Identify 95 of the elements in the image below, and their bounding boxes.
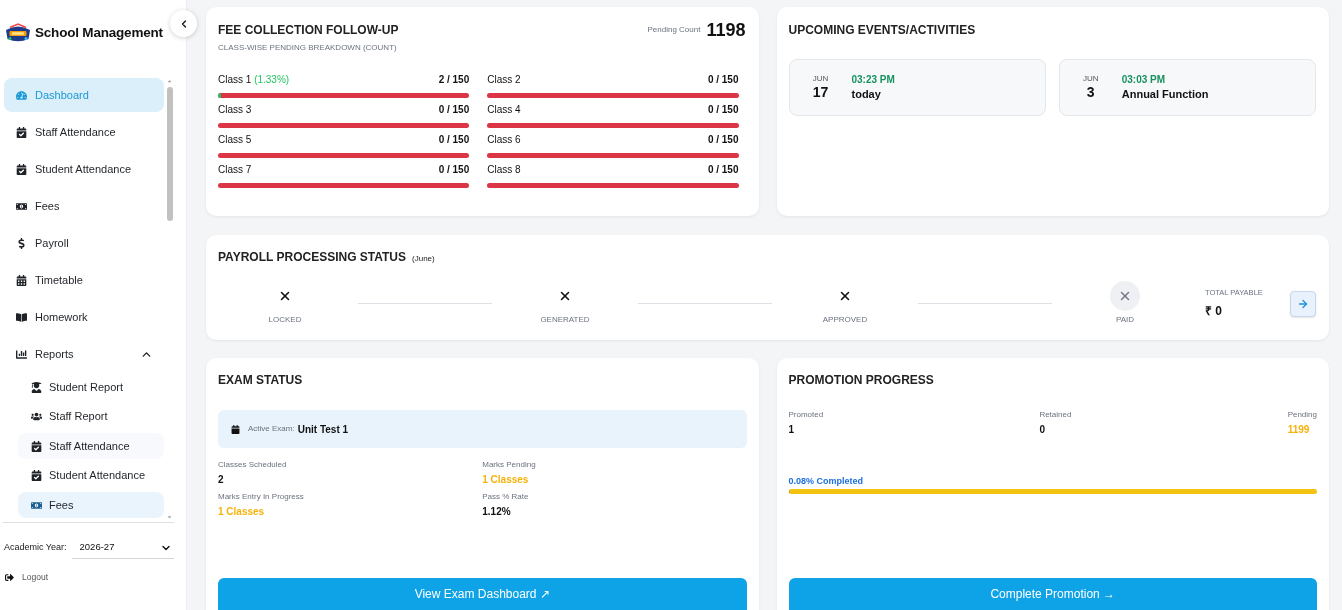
class-count: 0 / 150 bbox=[707, 164, 739, 176]
stat-value: 2 bbox=[218, 474, 224, 486]
academic-year-label: Academic Year: bbox=[4, 541, 67, 555]
event-month: JUN bbox=[1082, 74, 1099, 84]
class-label: Class 5 bbox=[218, 134, 252, 146]
scrollbar-thumb[interactable] bbox=[166, 87, 173, 221]
active-exam-label: Active Exam: bbox=[248, 423, 295, 435]
event-card[interactable]: JUN 17 03:23 PM today bbox=[788, 59, 1046, 116]
logout-icon bbox=[5, 572, 14, 582]
total-payable-value: ₹ 0 bbox=[1205, 304, 1223, 318]
class-label: Class 6 bbox=[487, 134, 521, 146]
scroll-up-icon[interactable] bbox=[166, 78, 173, 84]
calendar-check-icon bbox=[16, 163, 27, 175]
step-label: LOCKED bbox=[268, 315, 302, 325]
logo-icon bbox=[5, 23, 31, 43]
calendar-check-icon bbox=[31, 440, 42, 452]
stat-label: Marks Entry In Progress bbox=[218, 492, 305, 502]
calendar-icon bbox=[16, 274, 27, 286]
class-label: Class 7 bbox=[218, 164, 252, 176]
stat-label: Pending bbox=[1287, 410, 1317, 420]
pending-count-value: 1198 bbox=[706, 19, 746, 41]
event-title: Annual Function bbox=[1121, 88, 1209, 101]
event-card[interactable]: JUN 3 03:03 PM Annual Function bbox=[1058, 59, 1316, 116]
nav-subitem[interactable]: Fees bbox=[18, 492, 164, 518]
nav-subitem[interactable]: Staff Attendance bbox=[18, 433, 164, 459]
stat-value: 1.12% bbox=[482, 506, 511, 518]
event-day: 17 bbox=[812, 84, 829, 101]
app-title: School Management bbox=[35, 23, 163, 42]
calendar-check-icon bbox=[16, 126, 27, 138]
stat-label: Classes Scheduled bbox=[218, 460, 288, 470]
step-label: APPROVED bbox=[822, 315, 868, 325]
nav-item[interactable]: Payroll bbox=[4, 226, 164, 260]
event-month: JUN bbox=[812, 74, 829, 84]
event-time: 03:23 PM bbox=[851, 74, 895, 86]
stat-value: 0 bbox=[1039, 424, 1045, 436]
calendar-check-icon bbox=[31, 470, 42, 481]
stat-label: Retained bbox=[1039, 410, 1072, 420]
stat-label: Promoted bbox=[788, 410, 824, 420]
banknote-icon bbox=[31, 499, 42, 511]
step-label: GENERATED bbox=[540, 315, 590, 325]
nav-item[interactable]: Staff Attendance bbox=[4, 115, 164, 149]
book-icon bbox=[16, 311, 27, 323]
class-count: 0 / 150 bbox=[438, 104, 470, 116]
nav-item[interactable]: Reports bbox=[4, 337, 164, 371]
card-subtitle: CLASS-WISE PENDING BREAKDOWN (COUNT) bbox=[218, 43, 398, 53]
class-label: Class 3 bbox=[218, 104, 252, 116]
nav-subitem[interactable]: Student Attendance bbox=[18, 462, 164, 489]
collapse-sidebar-button[interactable] bbox=[170, 10, 197, 37]
nav-item[interactable]: Fees bbox=[4, 189, 164, 223]
nav-item[interactable]: Student Attendance bbox=[4, 152, 164, 186]
event-time: 03:03 PM bbox=[1121, 74, 1167, 86]
card-title: PAYROLL PROCESSING STATUS bbox=[218, 250, 407, 264]
progress-text: 0.08% Completed bbox=[788, 476, 864, 487]
stat-value: 1 Classes bbox=[218, 506, 265, 518]
active-exam-name: Unit Test 1 bbox=[297, 422, 349, 437]
class-count: 0 / 150 bbox=[707, 74, 739, 86]
bar-chart-icon bbox=[16, 348, 27, 360]
class-count: 0 / 150 bbox=[707, 104, 739, 116]
stat-value: 1 bbox=[788, 424, 795, 436]
card-title: PROMOTION PROGRESS bbox=[788, 373, 935, 387]
graduate-icon bbox=[31, 381, 42, 393]
nav-subitem[interactable]: Staff Report bbox=[18, 403, 164, 430]
card-title: UPCOMING EVENTS/ACTIVITIES bbox=[788, 23, 977, 37]
payroll-month: (June) bbox=[412, 253, 435, 265]
class-count: 0 / 150 bbox=[707, 134, 739, 146]
stat-value: 1199 bbox=[1287, 424, 1310, 436]
class-label: Class 4 bbox=[487, 104, 521, 116]
class-count: 0 / 150 bbox=[438, 134, 470, 146]
event-day: 3 bbox=[1086, 84, 1095, 101]
step-label: PAID bbox=[1115, 315, 1135, 325]
next-button[interactable] bbox=[1290, 291, 1316, 317]
class-label: Class 8 bbox=[487, 164, 521, 176]
nav-subitem[interactable]: Student Report bbox=[18, 374, 164, 400]
gauge-icon bbox=[16, 89, 27, 101]
nav-item[interactable]: Homework bbox=[4, 300, 164, 334]
pending-count-label: Pending Count bbox=[647, 24, 701, 36]
nav-item[interactable]: Timetable bbox=[4, 263, 164, 297]
calendar-icon bbox=[231, 424, 240, 434]
users-icon bbox=[31, 411, 42, 422]
event-title: today bbox=[851, 88, 882, 101]
class-count: 2 / 150 bbox=[438, 74, 470, 86]
card-title: FEE COLLECTION FOLLOW-UP bbox=[218, 23, 399, 37]
academic-year-select[interactable]: 2026-27 bbox=[71, 537, 174, 559]
stat-label: Marks Pending bbox=[482, 460, 537, 470]
class-label: Class 2 bbox=[487, 74, 521, 86]
class-label: Class 1 (1.33%) bbox=[218, 74, 290, 86]
stat-value: 1 Classes bbox=[482, 474, 529, 486]
banknote-icon bbox=[16, 200, 27, 212]
class-count: 0 / 150 bbox=[438, 164, 470, 176]
stat-label: Pass % Rate bbox=[482, 492, 530, 502]
card-title: EXAM STATUS bbox=[218, 373, 304, 387]
arrow-right-icon bbox=[1297, 298, 1309, 310]
scroll-down-icon[interactable] bbox=[166, 514, 173, 520]
logout-link[interactable]: Logout bbox=[5, 571, 48, 584]
dollar-icon bbox=[16, 237, 27, 249]
